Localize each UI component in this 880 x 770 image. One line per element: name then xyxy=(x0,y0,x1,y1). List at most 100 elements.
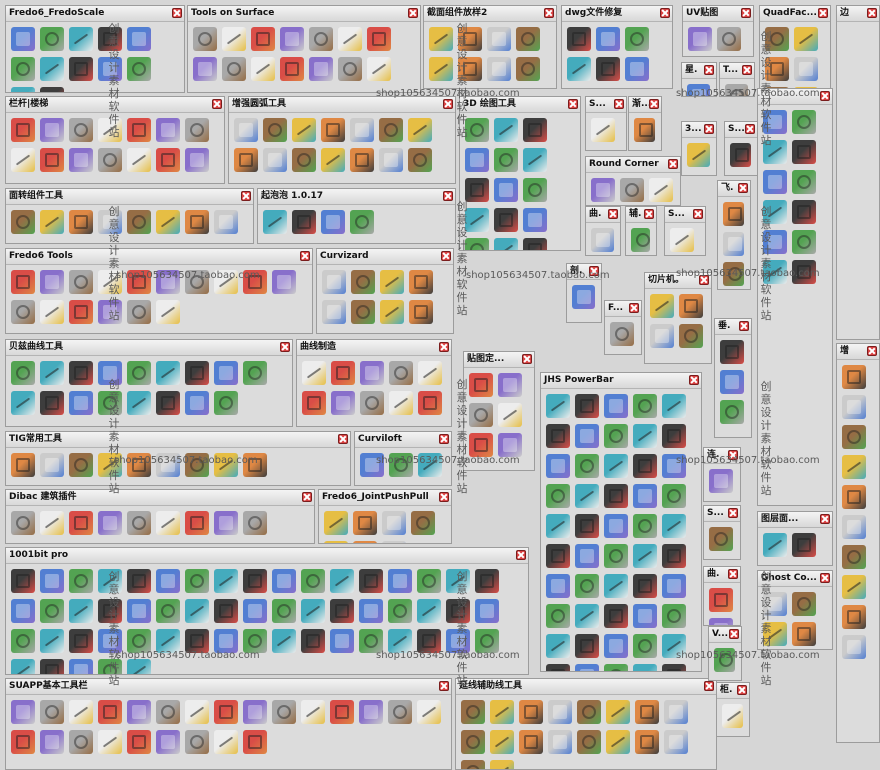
tool-button-icon[interactable] xyxy=(69,599,93,623)
tool-button-icon[interactable] xyxy=(723,202,744,226)
tool-button-icon[interactable] xyxy=(234,118,258,142)
tool-button-icon[interactable] xyxy=(596,57,620,81)
tool-button-icon[interactable] xyxy=(546,604,570,628)
tool-button-icon[interactable] xyxy=(604,394,628,418)
tool-button-icon[interactable] xyxy=(11,27,35,51)
toolbar-titlebar[interactable]: T... xyxy=(720,63,754,79)
tool-button-icon[interactable] xyxy=(709,527,733,551)
tool-button-icon[interactable] xyxy=(251,27,275,51)
toolbar-titlebar[interactable]: 面转组件工具 xyxy=(6,189,253,205)
tool-button-icon[interactable] xyxy=(662,664,686,671)
tool-button-icon[interactable] xyxy=(662,454,686,478)
tool-button-icon[interactable] xyxy=(309,57,333,81)
tool-button-icon[interactable] xyxy=(272,270,296,294)
tool-button-icon[interactable] xyxy=(591,178,615,202)
tool-button-icon[interactable] xyxy=(321,210,345,234)
tool-button-icon[interactable] xyxy=(662,424,686,448)
tool-button-icon[interactable] xyxy=(429,57,453,81)
tool-button-icon[interactable] xyxy=(193,57,217,81)
tool-button-icon[interactable] xyxy=(156,391,180,415)
toolbar-titlebar[interactable]: F... xyxy=(605,301,641,317)
tool-button-icon[interactable] xyxy=(516,57,540,81)
close-icon[interactable] xyxy=(820,573,830,583)
tool-button-icon[interactable] xyxy=(127,361,151,385)
tool-button-icon[interactable] xyxy=(98,361,122,385)
tool-button-icon[interactable] xyxy=(40,361,64,385)
toolbar-titlebar[interactable]: SUAPP基本工具栏 xyxy=(6,679,451,695)
tool-button-icon[interactable] xyxy=(243,730,267,754)
tool-button-icon[interactable] xyxy=(475,569,499,593)
tool-button-icon[interactable] xyxy=(490,730,514,754)
tool-button-icon[interactable] xyxy=(461,730,485,754)
tool-button-icon[interactable] xyxy=(792,140,816,164)
close-icon[interactable] xyxy=(649,99,659,109)
tool-button-icon[interactable] xyxy=(69,361,93,385)
tool-button-icon[interactable] xyxy=(494,148,518,172)
toolbar-titlebar[interactable]: 贝兹曲线工具 xyxy=(6,340,292,356)
close-icon[interactable] xyxy=(439,681,449,691)
close-icon[interactable] xyxy=(739,321,749,331)
toolbar-titlebar[interactable]: 辅. xyxy=(626,207,656,223)
tool-button-icon[interactable] xyxy=(98,700,122,724)
toolbar-titlebar[interactable]: 3... xyxy=(682,122,716,138)
tool-button-icon[interactable] xyxy=(243,629,267,653)
tool-button-icon[interactable] xyxy=(243,270,267,294)
tool-button-icon[interactable] xyxy=(331,391,355,415)
tool-button-icon[interactable] xyxy=(185,361,209,385)
tool-button-icon[interactable] xyxy=(498,433,522,457)
tool-button-icon[interactable] xyxy=(11,300,35,324)
tool-button-icon[interactable] xyxy=(40,270,64,294)
tool-button-icon[interactable] xyxy=(487,27,511,51)
close-icon[interactable] xyxy=(693,209,703,219)
tool-button-icon[interactable] xyxy=(679,324,703,348)
toolbar-titlebar[interactable]: S... xyxy=(725,122,757,138)
tool-button-icon[interactable] xyxy=(546,634,570,658)
toolbar-titlebar[interactable]: S... xyxy=(704,506,740,522)
tool-button-icon[interactable] xyxy=(214,700,238,724)
close-icon[interactable] xyxy=(300,251,310,261)
tool-button-icon[interactable] xyxy=(243,453,267,477)
tool-button-icon[interactable] xyxy=(417,629,441,653)
tool-button-icon[interactable] xyxy=(649,178,673,202)
tool-button-icon[interactable] xyxy=(69,270,93,294)
tool-button-icon[interactable] xyxy=(69,511,93,535)
tool-button-icon[interactable] xyxy=(575,514,599,538)
tool-button-icon[interactable] xyxy=(546,484,570,508)
tool-button-icon[interactable] xyxy=(330,700,354,724)
tool-button-icon[interactable] xyxy=(494,238,518,250)
toolbar-titlebar[interactable]: UV贴图 xyxy=(683,6,753,22)
toolbar-titlebar[interactable]: 柜. xyxy=(717,683,749,699)
tool-button-icon[interactable] xyxy=(490,700,514,724)
tool-button-icon[interactable] xyxy=(127,270,151,294)
tool-button-icon[interactable] xyxy=(418,361,442,385)
tool-button-icon[interactable] xyxy=(465,178,489,202)
tool-button-icon[interactable] xyxy=(465,118,489,142)
tool-button-icon[interactable] xyxy=(322,270,346,294)
tool-button-icon[interactable] xyxy=(322,300,346,324)
tool-button-icon[interactable] xyxy=(546,424,570,448)
tool-button-icon[interactable] xyxy=(519,700,543,724)
toolbar-titlebar[interactable]: Curvizard xyxy=(317,249,453,265)
toolbar-titlebar[interactable]: QuadFac... xyxy=(760,6,830,22)
tool-button-icon[interactable] xyxy=(69,453,93,477)
tool-button-icon[interactable] xyxy=(388,569,412,593)
tool-button-icon[interactable] xyxy=(321,118,345,142)
tool-button-icon[interactable] xyxy=(301,629,325,653)
tool-button-icon[interactable] xyxy=(633,634,657,658)
tool-button-icon[interactable] xyxy=(418,453,442,477)
tool-button-icon[interactable] xyxy=(360,453,384,477)
tool-button-icon[interactable] xyxy=(40,87,64,92)
tool-button-icon[interactable] xyxy=(351,270,375,294)
tool-button-icon[interactable] xyxy=(11,87,35,92)
tool-button-icon[interactable] xyxy=(475,629,499,653)
tool-button-icon[interactable] xyxy=(604,604,628,628)
tool-button-icon[interactable] xyxy=(664,700,688,724)
tool-button-icon[interactable] xyxy=(263,148,287,172)
tool-button-icon[interactable] xyxy=(98,391,122,415)
tool-button-icon[interactable] xyxy=(156,700,180,724)
tool-button-icon[interactable] xyxy=(185,599,209,623)
tool-button-icon[interactable] xyxy=(11,730,35,754)
tool-button-icon[interactable] xyxy=(11,361,35,385)
close-icon[interactable] xyxy=(742,65,752,75)
tool-button-icon[interactable] xyxy=(523,118,547,142)
